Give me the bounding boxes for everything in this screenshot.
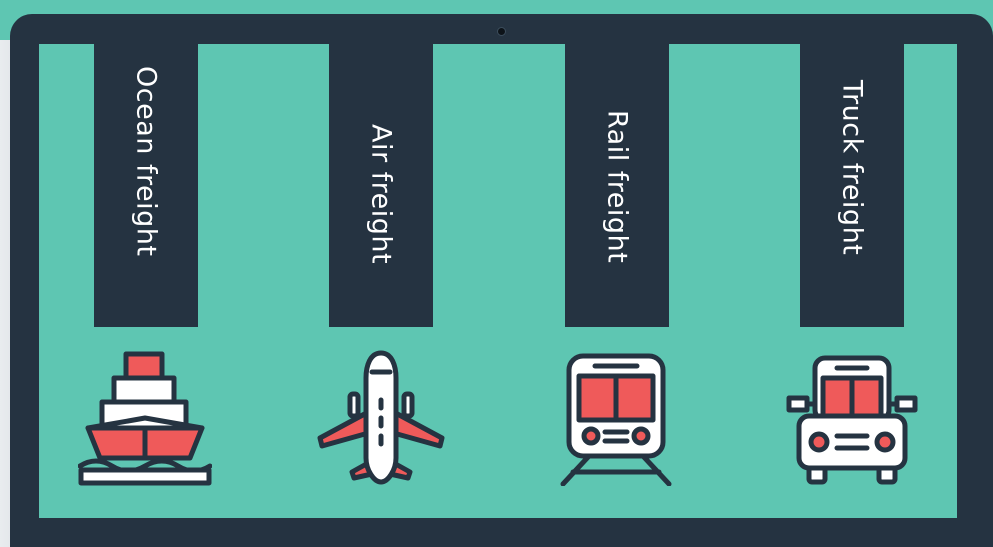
- banner-air-freight: Air freight: [329, 44, 433, 327]
- banner-label-air-freight: Air freight: [365, 124, 397, 265]
- banner-truck-freight: Truck freight: [800, 44, 904, 327]
- ship-icon: [78, 350, 212, 486]
- banner-label-truck-freight: Truck freight: [836, 80, 868, 256]
- banner-rail-freight: Rail freight: [565, 44, 669, 327]
- banner-ocean-freight: Ocean freight: [94, 44, 198, 327]
- airplane-icon: [314, 350, 448, 486]
- camera-icon: [497, 27, 506, 36]
- banner-label-ocean-freight: Ocean freight: [130, 66, 162, 257]
- banner-label-rail-freight: Rail freight: [601, 110, 633, 264]
- truck-icon: [785, 350, 919, 486]
- train-icon: [549, 350, 683, 486]
